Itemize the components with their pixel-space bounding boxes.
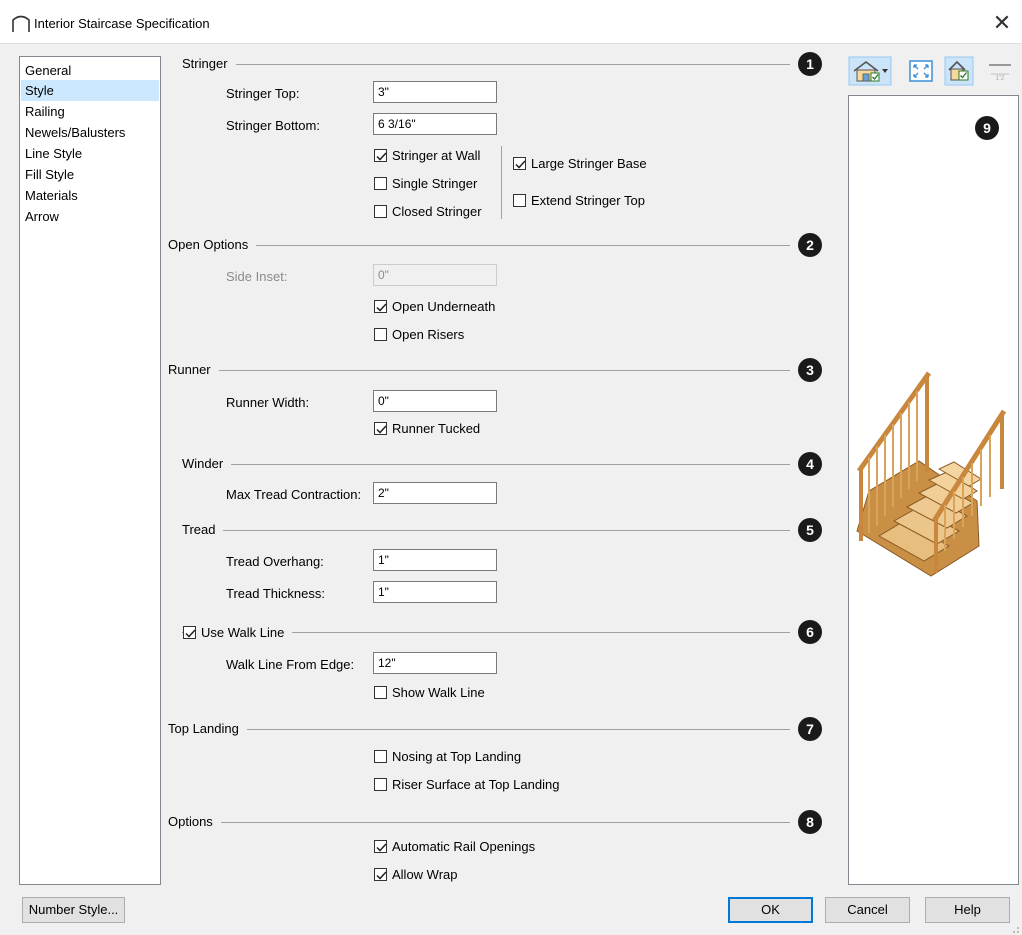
category-general[interactable]: General [21,60,159,81]
show-walk-line-label: Show Walk Line [392,684,485,700]
runner-width-label: Runner Width: [226,395,310,410]
allow-wrap-label: Allow Wrap [392,866,458,882]
category-style[interactable]: Style [21,80,159,101]
runner-divider [168,370,790,371]
category-list[interactable]: General Style Railing Newels/Balusters L… [19,56,161,885]
cancel-button[interactable]: Cancel [825,897,910,923]
closed-stringer-checkbox[interactable]: Closed Stringer [374,202,482,220]
max-tread-contraction-label: Max Tread Contraction: [226,487,362,502]
tread-thickness-input[interactable] [373,581,497,603]
automatic-rail-openings-checkbox[interactable]: Automatic Rail Openings [374,837,535,855]
use-walk-line-checkbox[interactable]: Use Walk Line [183,623,293,641]
stringer-column-divider [501,146,502,219]
closed-stringer-label: Closed Stringer [392,203,482,219]
stringer-at-wall-label: Stringer at Wall [392,147,481,163]
show-materials-icon[interactable] [944,56,974,86]
side-inset-input [373,264,497,286]
open-options-heading: Open Options [168,237,257,252]
stringer-heading: Stringer [182,56,236,71]
ok-button[interactable]: OK [728,897,813,923]
extend-stringer-top-checkbox[interactable]: Extend Stringer Top [513,191,645,209]
tread-divider [182,530,790,531]
callout-badge-4: 4 [798,452,822,476]
open-underneath-label: Open Underneath [392,298,496,314]
winder-heading: Winder [182,456,232,471]
resize-grip-icon[interactable] [1012,926,1020,934]
tread-overhang-input[interactable] [373,549,497,571]
stringer-bottom-input[interactable] [373,113,497,135]
open-risers-checkbox[interactable]: Open Risers [374,325,464,343]
top-landing-divider [168,729,790,730]
tread-heading: Tread [182,522,224,537]
window-title: Interior Staircase Specification [34,16,210,31]
allow-wrap-checkbox[interactable]: Allow Wrap [374,865,458,883]
stringer-top-label: Stringer Top: [226,86,300,101]
help-button[interactable]: Help [925,897,1010,923]
runner-width-input[interactable] [373,390,497,412]
max-tread-contraction-input[interactable] [373,482,497,504]
category-materials[interactable]: Materials [21,185,159,206]
category-fill-style[interactable]: Fill Style [21,164,159,185]
callout-badge-1: 1 [798,52,822,76]
category-newels-balusters[interactable]: Newels/Balusters [21,122,159,143]
runner-tucked-checkbox[interactable]: Runner Tucked [374,419,480,437]
open-risers-label: Open Risers [392,326,465,342]
options-divider [168,822,790,823]
walk-line-from-edge-input[interactable] [373,652,497,674]
runner-heading: Runner [168,362,219,377]
staircase-3d-model [856,371,1007,577]
callout-badge-3: 3 [798,358,822,382]
tread-overhang-label: Tread Overhang: [226,554,324,569]
arch-app-icon [12,15,30,32]
layer-display-icon[interactable]: 1'2 [985,56,1015,86]
svg-text:1'2: 1'2 [995,75,1004,82]
show-walk-line-checkbox[interactable]: Show Walk Line [374,683,485,701]
walk-line-from-edge-label: Walk Line From Edge: [226,657,355,672]
large-stringer-base-checkbox[interactable]: Large Stringer Base [513,154,647,172]
callout-badge-9: 9 [975,116,999,140]
nosing-top-landing-label: Nosing at Top Landing [392,748,522,764]
riser-surface-top-landing-label: Riser Surface at Top Landing [392,776,560,792]
number-style-button[interactable]: Number Style... [22,897,125,923]
callout-badge-7: 7 [798,717,822,741]
stringer-divider [182,64,790,65]
large-stringer-base-label: Large Stringer Base [531,155,647,171]
winder-divider [182,464,790,465]
use-walk-line-label: Use Walk Line [201,624,285,640]
callout-badge-5: 5 [798,518,822,542]
close-icon[interactable]: ✕ [985,6,1019,40]
category-railing[interactable]: Railing [21,101,159,122]
open-options-divider [168,245,790,246]
runner-tucked-label: Runner Tucked [392,420,481,436]
top-landing-heading: Top Landing [168,721,247,736]
nosing-top-landing-checkbox[interactable]: Nosing at Top Landing [374,747,521,765]
fit-window-icon[interactable] [906,56,936,86]
stringer-at-wall-checkbox[interactable]: Stringer at Wall [374,146,480,164]
stringer-bottom-label: Stringer Bottom: [226,118,320,133]
callout-badge-6: 6 [798,620,822,644]
single-stringer-checkbox[interactable]: Single Stringer [374,174,477,192]
open-underneath-checkbox[interactable]: Open Underneath [374,297,495,315]
category-line-style[interactable]: Line Style [21,143,159,164]
stringer-top-input[interactable] [373,81,497,103]
single-stringer-label: Single Stringer [392,175,478,191]
automatic-rail-openings-label: Automatic Rail Openings [392,838,536,854]
category-arrow[interactable]: Arrow [21,206,159,227]
tread-thickness-label: Tread Thickness: [226,586,325,601]
riser-surface-top-landing-checkbox[interactable]: Riser Surface at Top Landing [374,775,559,793]
view-icon[interactable] [848,56,892,86]
callout-badge-8: 8 [798,810,822,834]
options-heading: Options [168,814,221,829]
side-inset-label: Side Inset: [226,269,288,284]
staircase-preview[interactable]: 9 [848,95,1019,885]
callout-badge-2: 2 [798,233,822,257]
extend-stringer-top-label: Extend Stringer Top [531,192,645,208]
